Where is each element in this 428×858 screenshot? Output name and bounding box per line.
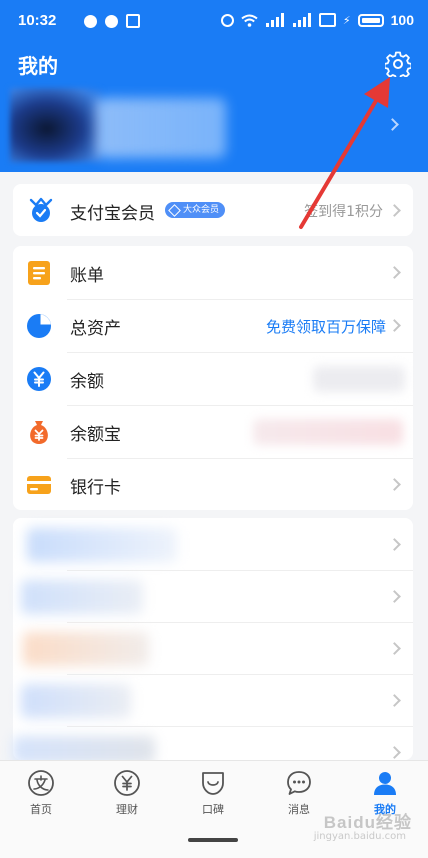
profile-name-blurred — [96, 98, 226, 158]
wifi-icon — [241, 14, 258, 27]
list-item[interactable] — [13, 726, 413, 764]
list-item-label: 余额 — [70, 372, 104, 392]
list-item-balance[interactable]: 余额 — [13, 352, 413, 405]
signal-icon — [292, 13, 311, 27]
yuebao-value-blurred — [253, 419, 403, 445]
status-icons: ⚡ 100 — [220, 12, 414, 28]
signal-icon — [265, 13, 284, 27]
list-item-label: 余额宝 — [70, 425, 121, 445]
list-item-bank-card[interactable]: 银行卡 — [13, 458, 413, 511]
list-item-yuebao[interactable]: 余额宝 — [13, 405, 413, 458]
chat-bubble-icon — [287, 771, 311, 795]
sim-icon — [318, 13, 336, 27]
list-item-label: 总资产 — [70, 319, 121, 339]
bank-card-icon — [27, 476, 51, 494]
list-item[interactable] — [13, 622, 413, 674]
list-item-label: 账单 — [70, 266, 104, 286]
nav-finance[interactable]: 理财 — [92, 769, 162, 821]
sign-in-link[interactable]: 签到得1积分 — [304, 201, 383, 221]
person-icon — [374, 772, 396, 795]
chevron-right-icon — [388, 319, 401, 332]
battery-level: 100 — [390, 12, 414, 28]
status-time: 10:32 — [18, 12, 57, 29]
notification-dot-icon — [105, 15, 118, 28]
charging-icon: ⚡ — [342, 13, 351, 27]
list-item-bill[interactable]: 账单 — [13, 246, 413, 299]
list-item[interactable] — [13, 518, 413, 570]
battery-icon — [357, 13, 384, 27]
chevron-right-icon — [386, 118, 399, 131]
chevron-right-icon — [388, 642, 401, 655]
list-item[interactable] — [13, 570, 413, 622]
list-item-label: 银行卡 — [70, 478, 121, 498]
nav-label: 理财 — [116, 803, 138, 816]
koubei-icon — [202, 772, 224, 795]
chevron-right-icon — [388, 266, 401, 279]
list-item-blurred — [21, 684, 131, 718]
notification-dot-icon — [84, 15, 97, 28]
insurance-promo-link[interactable]: 免费领取百万保障 — [266, 316, 386, 337]
member-label: 支付宝会员 — [70, 204, 155, 224]
member-card[interactable]: 支付宝会员 大众会员 签到得1积分 — [13, 184, 413, 236]
nav-label: 首页 — [30, 803, 52, 816]
money-bag-icon — [30, 421, 48, 444]
nav-label: 口碑 — [202, 803, 224, 816]
chevron-right-icon — [388, 538, 401, 551]
avatar — [10, 88, 102, 162]
balance-value-blurred — [313, 366, 405, 392]
home-indicator[interactable] — [188, 838, 238, 842]
member-crown-icon — [29, 197, 53, 222]
chevron-right-icon — [388, 694, 401, 707]
member-level-badge: 大众会员 — [165, 202, 226, 218]
list-item[interactable] — [13, 674, 413, 726]
nav-koubei[interactable]: 口碑 — [178, 769, 248, 821]
gear-icon[interactable] — [385, 51, 411, 77]
header: 10:32 ⚡ 100 我的 — [0, 0, 428, 172]
yuan-coin-icon — [27, 367, 51, 391]
chevron-right-icon — [388, 204, 401, 217]
watermark: Baidu经验 — [323, 813, 412, 832]
page-title: 我的 — [18, 54, 58, 78]
profile-row[interactable] — [0, 84, 428, 168]
pie-chart-icon — [27, 314, 51, 338]
bill-icon — [28, 261, 50, 285]
list-item-total-assets[interactable]: 总资产 免费领取百万保障 — [13, 299, 413, 352]
image-notification-icon — [126, 14, 140, 28]
services-list-blurred — [13, 518, 413, 764]
alipay-home-icon — [28, 770, 54, 796]
main-list: 账单 总资产 免费领取百万保障 余额 余额宝 银行卡 — [13, 246, 413, 510]
status-bar: 10:32 ⚡ 100 — [0, 0, 428, 42]
list-item-blurred — [27, 528, 177, 562]
chevron-right-icon — [388, 590, 401, 603]
list-item-blurred — [23, 632, 149, 666]
watermark-url: jingyan.baidu.com — [313, 831, 406, 842]
list-item-blurred — [21, 580, 143, 614]
alarm-icon — [220, 13, 234, 27]
yuan-circle-icon — [114, 770, 140, 796]
nav-home[interactable]: 首页 — [6, 769, 76, 821]
chevron-right-icon — [388, 746, 401, 759]
chevron-right-icon — [388, 478, 401, 491]
